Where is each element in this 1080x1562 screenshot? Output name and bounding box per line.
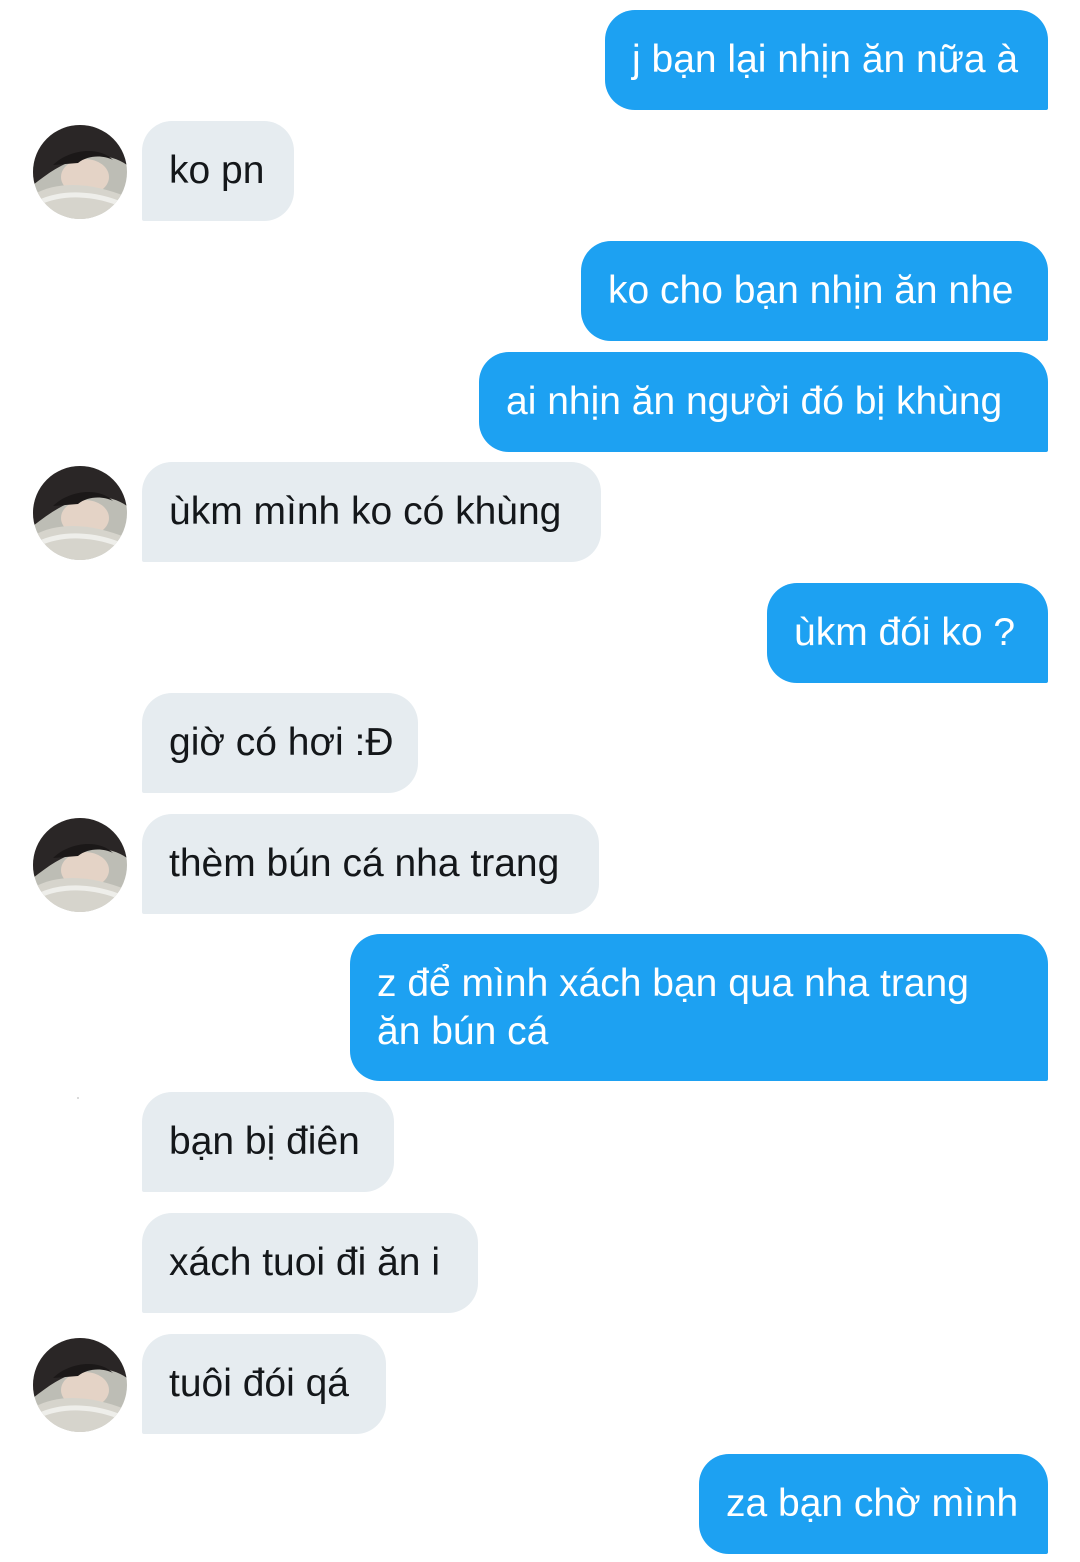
incoming-message-bubble[interactable]: tuôi đói qá: [142, 1334, 386, 1434]
outgoing-message-bubble[interactable]: j bạn lại nhịn ăn nữa à: [605, 10, 1048, 110]
message-thread: j bạn lại nhịn ăn nữa à ko pn ko cho bạn…: [0, 0, 1080, 1562]
contact-avatar[interactable]: [33, 125, 127, 219]
incoming-message-bubble[interactable]: bạn bị điên: [142, 1092, 394, 1192]
user-avatar-icon: [33, 125, 127, 219]
message-text: ai nhịn ăn người đó bị khùng: [506, 380, 1003, 423]
outgoing-message-bubble[interactable]: ùkm đói ko ?: [767, 583, 1048, 683]
message-text: thèm bún cá nha trang: [169, 842, 560, 885]
incoming-message-bubble[interactable]: ùkm mình ko có khùng: [142, 462, 601, 562]
user-avatar-icon: [33, 818, 127, 912]
message-text: ùkm đói ko ?: [794, 611, 1016, 654]
message-text: za bạn chờ mình: [726, 1482, 1019, 1525]
incoming-message-bubble[interactable]: xách tuoi đi ăn i: [142, 1213, 478, 1313]
user-avatar-icon: [33, 1338, 127, 1432]
incoming-message-bubble[interactable]: giờ có hơi :Đ: [142, 693, 418, 793]
message-text: bạn bị điên: [169, 1120, 360, 1163]
contact-avatar[interactable]: [33, 818, 127, 912]
outgoing-message-bubble[interactable]: za bạn chờ mình: [699, 1454, 1048, 1554]
message-text: ko pn: [169, 149, 265, 192]
contact-avatar[interactable]: [33, 1338, 127, 1432]
message-text: j bạn lại nhịn ăn nữa à: [632, 38, 1019, 81]
user-avatar-icon: [33, 466, 127, 560]
message-text: giờ có hơi :Đ: [169, 721, 394, 764]
incoming-message-bubble[interactable]: thèm bún cá nha trang: [142, 814, 599, 914]
divider-dot: [77, 1097, 79, 1099]
message-text: z để mình xách bạn qua nha trang ăn bún …: [377, 962, 969, 1053]
message-text: xách tuoi đi ăn i: [169, 1241, 441, 1284]
outgoing-message-bubble[interactable]: ko cho bạn nhịn ăn nhe: [581, 241, 1048, 341]
incoming-message-bubble[interactable]: ko pn: [142, 121, 294, 221]
message-text: ùkm mình ko có khùng: [169, 490, 562, 533]
message-text: tuôi đói qá: [169, 1362, 349, 1405]
contact-avatar[interactable]: [33, 466, 127, 560]
message-text: ko cho bạn nhịn ăn nhe: [608, 269, 1014, 312]
outgoing-message-bubble[interactable]: ai nhịn ăn người đó bị khùng: [479, 352, 1048, 452]
outgoing-message-bubble[interactable]: z để mình xách bạn qua nha trang ăn bún …: [350, 934, 1048, 1081]
